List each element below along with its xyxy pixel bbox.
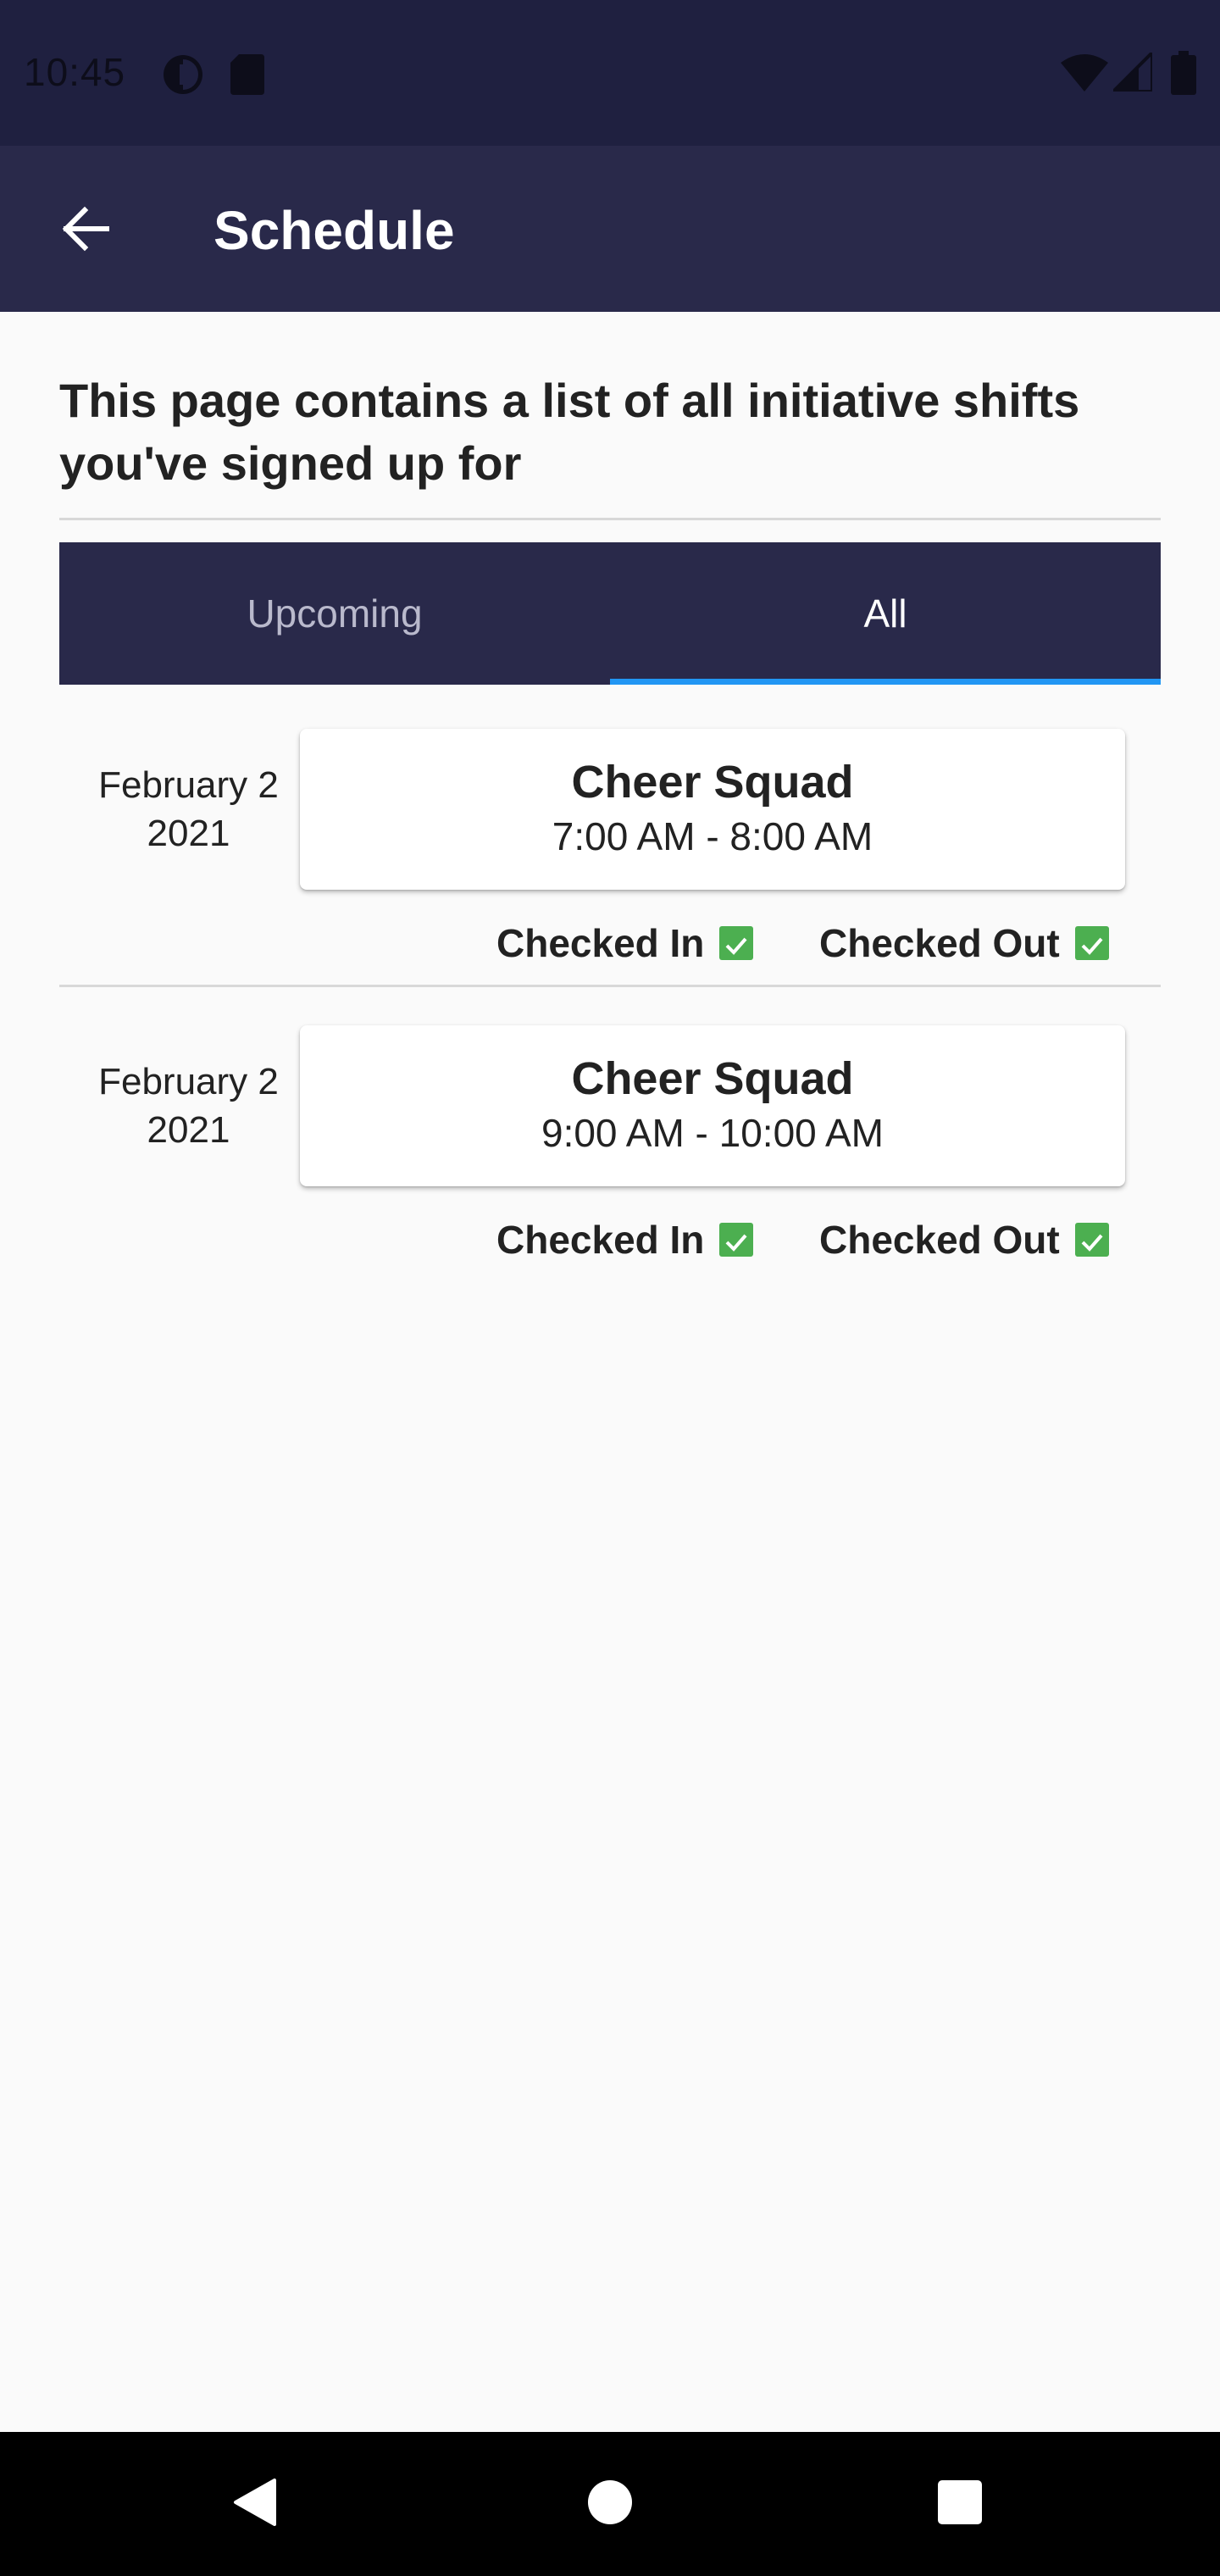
wifi-icon xyxy=(1061,54,1108,96)
shift-name: Cheer Squad xyxy=(571,757,854,808)
battery-icon xyxy=(1171,51,1196,99)
recents-square-icon xyxy=(936,2479,984,2530)
checked-in-label: Checked In xyxy=(496,921,705,965)
shift-card[interactable]: Cheer Squad 7:00 AM - 8:00 AM xyxy=(300,729,1125,890)
system-nav-bar xyxy=(0,2432,1220,2576)
checkbox-checked-icon xyxy=(1074,926,1109,960)
shift-time: 9:00 AM - 10:00 AM xyxy=(541,1111,884,1155)
shift-divider xyxy=(59,985,1161,987)
shift-item: February 2 2021 Cheer Squad 7:00 AM - 8:… xyxy=(59,729,1161,991)
shift-date-year: 2021 xyxy=(147,813,230,854)
status-bar: 10:45 xyxy=(0,0,1220,146)
shift-date-day: February 2 xyxy=(98,764,279,806)
checked-in-label: Checked In xyxy=(496,1218,705,1262)
app-bar: Schedule xyxy=(0,146,1220,312)
screen: 10:45 Schedule This page contains a list… xyxy=(0,0,1220,2576)
shift-date: February 2 2021 xyxy=(76,761,301,858)
checked-out-label: Checked Out xyxy=(819,921,1060,965)
checked-out-label: Checked Out xyxy=(819,1218,1060,1262)
tab-indicator xyxy=(610,679,1161,685)
signal-icon xyxy=(1109,48,1154,96)
status-time: 10:45 xyxy=(24,50,126,94)
checked-out-status: Checked Out xyxy=(819,1217,1109,1263)
checked-in-status: Checked In xyxy=(496,920,754,966)
nav-home-button[interactable] xyxy=(525,2432,695,2576)
tab-upcoming[interactable]: Upcoming xyxy=(59,542,610,685)
arrow-back-icon xyxy=(59,203,110,258)
home-circle-icon xyxy=(586,2479,634,2530)
nav-recents-button[interactable] xyxy=(875,2432,1045,2576)
nav-back-button[interactable] xyxy=(169,2432,339,2576)
checked-out-status: Checked Out xyxy=(819,920,1109,966)
shift-date-day: February 2 xyxy=(98,1061,279,1102)
shift-card[interactable]: Cheer Squad 9:00 AM - 10:00 AM xyxy=(300,1025,1125,1186)
intro-divider xyxy=(59,518,1161,520)
data-saver-icon xyxy=(161,53,205,101)
shift-date: February 2 2021 xyxy=(76,1058,301,1154)
tab-upcoming-label: Upcoming xyxy=(247,591,423,636)
page-title: Schedule xyxy=(214,200,455,261)
shift-date-year: 2021 xyxy=(147,1109,230,1151)
tab-all[interactable]: All xyxy=(610,542,1161,685)
shift-item: February 2 2021 Cheer Squad 9:00 AM - 10… xyxy=(59,1025,1161,1288)
intro-text: This page contains a list of all initiat… xyxy=(59,374,1080,490)
checkbox-checked-icon xyxy=(719,926,754,960)
tab-all-label: All xyxy=(863,591,907,636)
checkbox-checked-icon xyxy=(719,1223,754,1257)
tab-bar: Upcoming All xyxy=(59,542,1161,685)
back-button[interactable] xyxy=(51,197,119,264)
checked-in-status: Checked In xyxy=(496,1217,754,1263)
shift-name: Cheer Squad xyxy=(571,1053,854,1104)
back-triangle-icon xyxy=(230,2477,278,2532)
checkbox-checked-icon xyxy=(1074,1223,1109,1257)
shift-time: 7:00 AM - 8:00 AM xyxy=(552,814,873,858)
sd-card-icon xyxy=(230,54,264,99)
